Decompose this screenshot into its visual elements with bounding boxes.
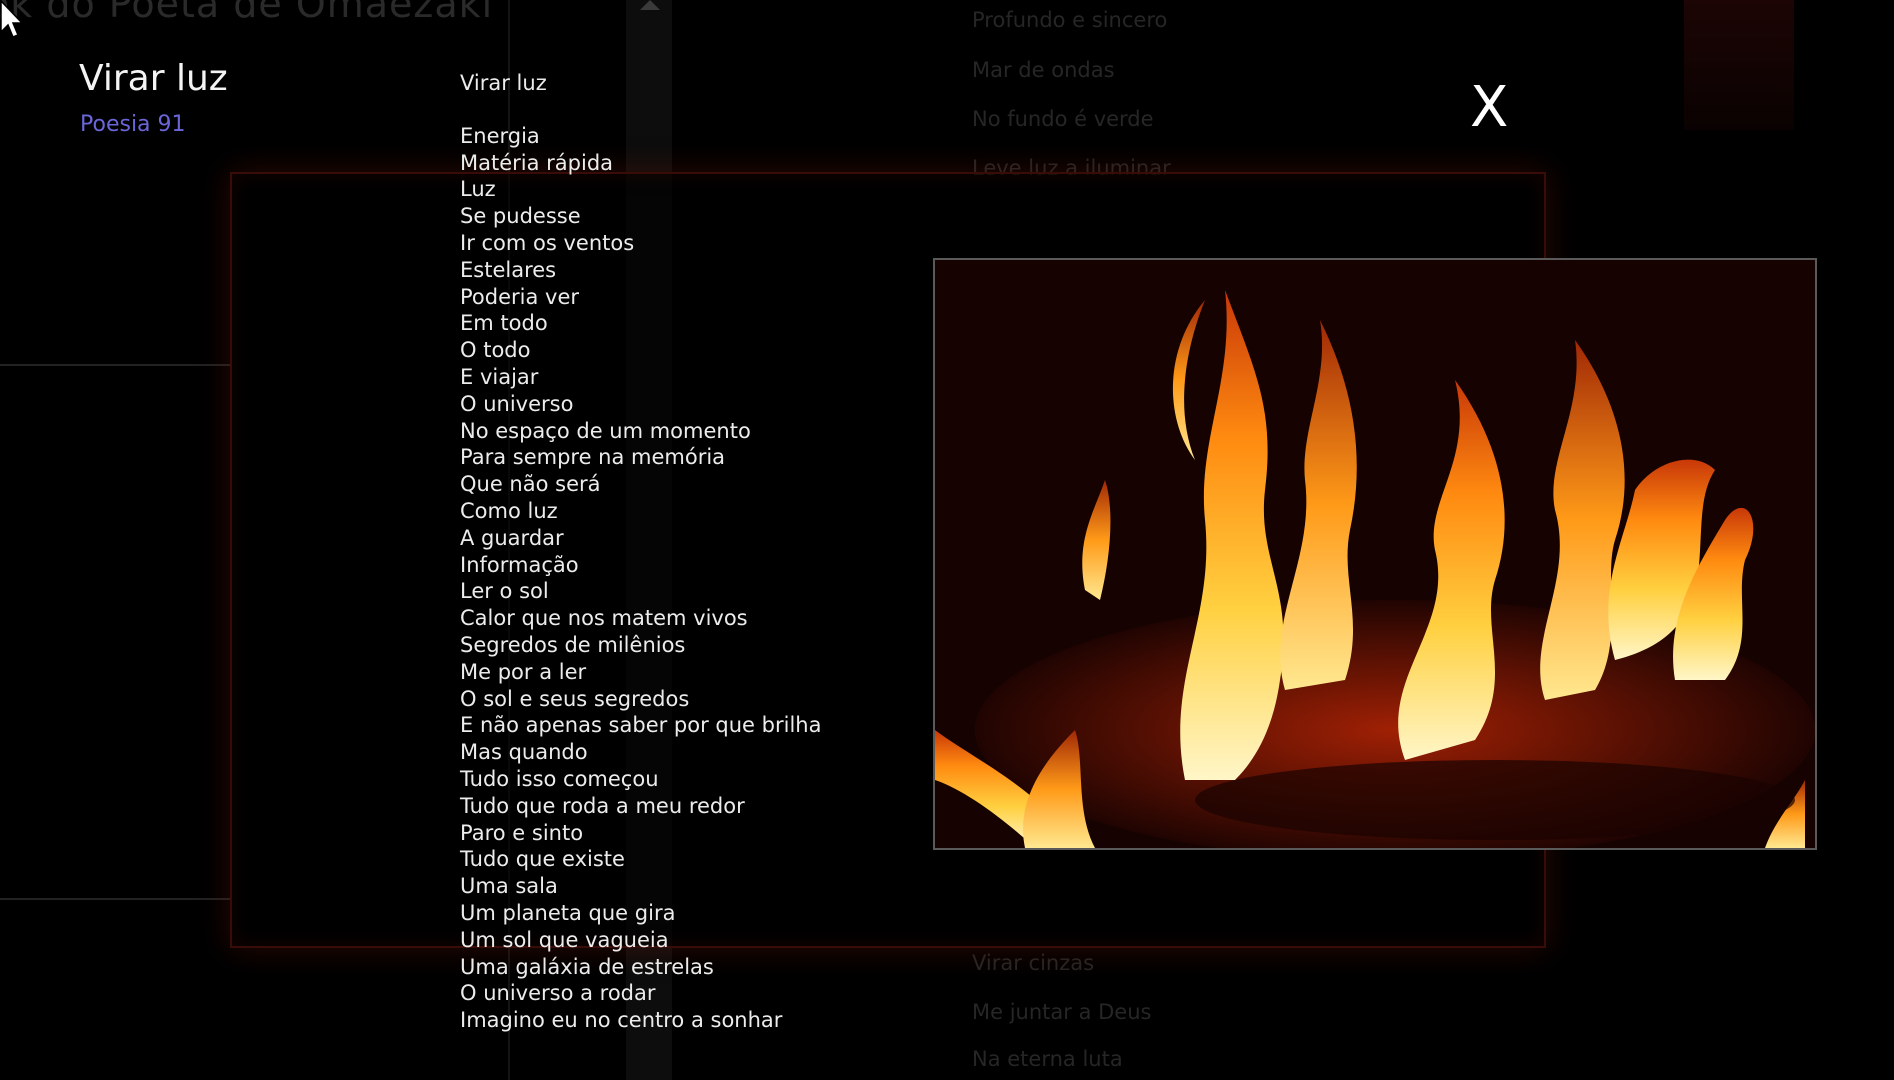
poem-heading: Virar luz xyxy=(460,71,547,95)
poem-line: Mas quando xyxy=(460,740,588,765)
poem-line: Matéria rápida xyxy=(460,150,614,175)
poem-line: Me por a ler xyxy=(460,659,587,684)
poem-line: O universo xyxy=(460,391,574,416)
poem-line: E viajar xyxy=(460,364,539,389)
poem-line: Poderia ver xyxy=(460,284,580,309)
poem-line: O todo xyxy=(460,338,531,363)
poem-line: O sol e seus segredos xyxy=(460,686,690,711)
poem-line: E não apenas saber por que brilha xyxy=(460,713,822,738)
poem-line: Um planeta que gira xyxy=(460,900,676,925)
poem-line: Que não será xyxy=(460,472,601,497)
poem-line: No espaço de um momento xyxy=(460,418,751,443)
poem-line: Ir com os ventos xyxy=(460,230,635,255)
poem-line: Tudo que existe xyxy=(460,847,625,872)
fire-image xyxy=(935,260,1815,848)
poem-line: A guardar xyxy=(460,525,564,550)
background-menu-item[interactable]: Me juntar a Deus xyxy=(972,1000,1151,1024)
poem-line: Estelares xyxy=(460,257,557,282)
poem-line: Como luz xyxy=(460,498,558,523)
poem-line: Calor que nos matem vivos xyxy=(460,606,748,631)
mouse-cursor-icon xyxy=(0,0,24,38)
poem-line: Um sol que vagueia xyxy=(460,927,669,952)
poem-line: Informação xyxy=(460,552,579,577)
poem-line: Uma sala xyxy=(460,874,558,899)
fire-photo xyxy=(933,258,1817,850)
background-decoration xyxy=(1684,0,1794,130)
poem-line: Se pudesse xyxy=(460,204,581,229)
poem-line: Imagino eu no centro a sonhar xyxy=(460,1008,783,1033)
poem-line: Tudo isso começou xyxy=(460,766,659,791)
background-menu-item[interactable]: Mar de ondas xyxy=(972,58,1115,82)
close-button[interactable]: X xyxy=(1470,80,1508,136)
background-divider xyxy=(0,898,230,900)
poem-subtitle: Poesia 91 xyxy=(80,112,186,137)
poem-line: Tudo que roda a meu redor xyxy=(460,793,745,818)
background-app-title: ok do Poeta de Omaezaki xyxy=(0,0,494,26)
scroll-up-arrow-icon[interactable] xyxy=(640,0,660,10)
background-menu-item[interactable]: No fundo é verde xyxy=(972,107,1154,131)
poem-line: Paro e sinto xyxy=(460,820,584,845)
poem-line: Ler o sol xyxy=(460,579,549,604)
poem-line: Segredos de milênios xyxy=(460,632,686,657)
poem-line: Energia xyxy=(460,123,540,148)
poem-line: Luz xyxy=(460,177,496,202)
poem-line: Uma galáxia de estrelas xyxy=(460,954,714,979)
poem-body: Virar luz Energia Matéria rápida Luz Se … xyxy=(460,70,821,1034)
poem-line: Em todo xyxy=(460,311,548,336)
background-menu-item[interactable]: Na eterna luta xyxy=(972,1047,1123,1071)
poem-line: O universo a rodar xyxy=(460,981,656,1006)
poem-title: Virar luz xyxy=(79,58,228,99)
background-menu-item[interactable]: Virar cinzas xyxy=(972,951,1094,975)
poem-line: Para sempre na memória xyxy=(460,445,726,470)
background-menu-item[interactable]: Profundo e sincero xyxy=(972,8,1167,32)
background-divider xyxy=(0,364,230,366)
